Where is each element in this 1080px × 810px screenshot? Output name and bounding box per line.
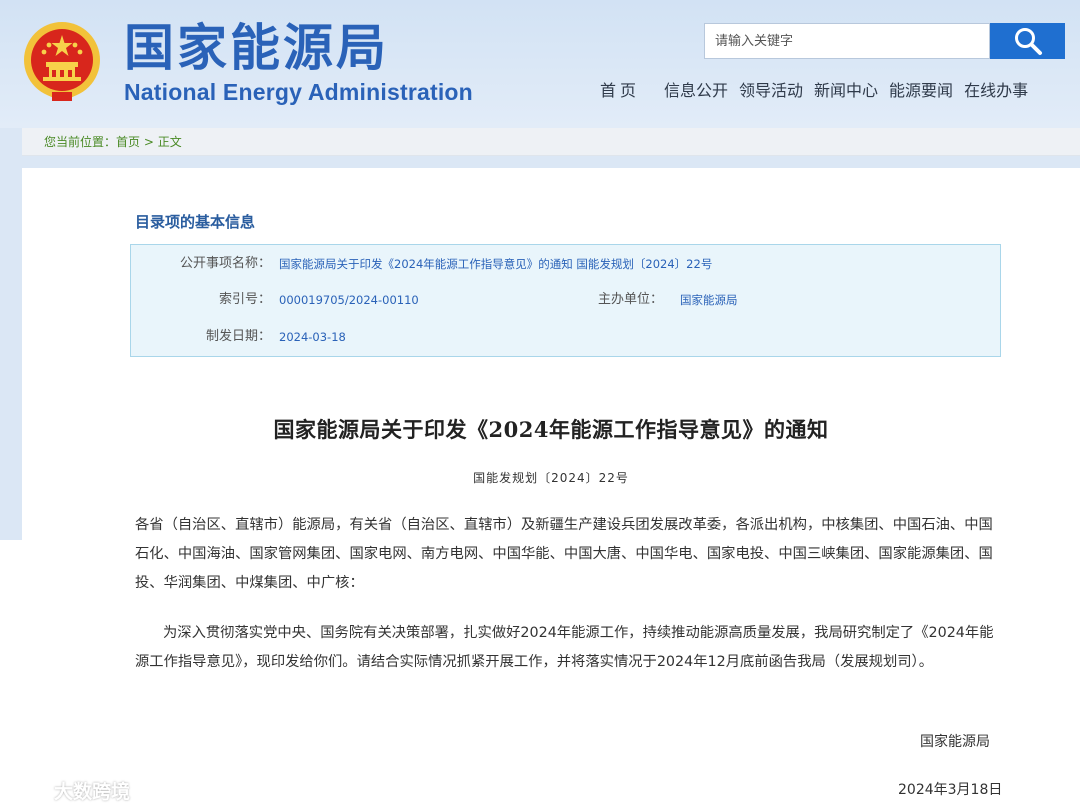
item-name-label: 公开事项名称： xyxy=(179,256,271,271)
site-title-english: National Energy Administration xyxy=(124,79,473,105)
document-number: 国能发规划〔2024〕22号 xyxy=(473,471,629,485)
main-nav: 首页 信息公开 领导活动 新闻中心 能源要闻 在线办事 xyxy=(600,80,1039,102)
document-title: 国家能源局关于印发《2024年能源工作指导意见》的通知 xyxy=(273,417,829,442)
article-container: 目录项的基本信息 公开事项名称： 国家能源局关于印发《2024年能源工作指导意见… xyxy=(22,168,1080,810)
date-value: 2024-03-18 xyxy=(279,330,346,344)
watermark-text: 大数跨境 xyxy=(54,780,131,803)
document-body: 为深入贯彻落实党中央、国务院有关决策部署，扎实做好2024年能源工作，持续推动能… xyxy=(135,625,994,670)
national-emblem-icon xyxy=(24,22,100,101)
breadcrumb-prefix: 您当前位置： xyxy=(44,135,117,149)
date-label: 制发日期： xyxy=(205,329,271,344)
search-button[interactable] xyxy=(990,23,1065,59)
nav-energy-news[interactable]: 能源要闻 xyxy=(889,80,953,102)
search-input[interactable] xyxy=(704,23,990,59)
breadcrumb-home[interactable]: 首页 xyxy=(116,135,140,149)
nav-home[interactable]: 首页 xyxy=(600,80,664,102)
document-sign-date: 2024年3月18日 xyxy=(898,782,1003,798)
catalog-section-title: 目录项的基本信息 xyxy=(135,213,256,231)
index-value: 000019705/2024-00110 xyxy=(279,293,419,307)
nav-leader-activities[interactable]: 领导活动 xyxy=(739,80,803,102)
index-label: 索引号： xyxy=(218,292,271,307)
site-header: 国家能源局 National Energy Administration 首页 … xyxy=(0,0,1080,128)
left-margin xyxy=(0,540,22,810)
breadcrumb-separator: > xyxy=(140,135,158,149)
breadcrumb-current: 正文 xyxy=(157,135,182,149)
nav-info-disclosure[interactable]: 信息公开 xyxy=(664,80,728,102)
site-title: 国家能源局 xyxy=(124,19,389,77)
document-recipients: 各省（自治区、直辖市）能源局，有关省（自治区、直辖市）及新疆生产建设兵团发展改革… xyxy=(135,517,993,591)
nav-news-center[interactable]: 新闻中心 xyxy=(814,80,878,102)
org-value: 国家能源局 xyxy=(680,293,738,307)
search-icon xyxy=(1014,28,1042,55)
nav-online-services[interactable]: 在线办事 xyxy=(964,80,1028,102)
org-label: 主办单位： xyxy=(597,292,663,307)
catalog-info-box: 公开事项名称： 国家能源局关于印发《2024年能源工作指导意见》的通知 国能发规… xyxy=(130,244,1001,357)
item-name-value: 国家能源局关于印发《2024年能源工作指导意见》的通知 国能发规划〔2024〕2… xyxy=(279,257,713,271)
watermark-logo-icon xyxy=(8,781,50,799)
document-signature: 国家能源局 xyxy=(920,734,990,750)
watermark: 大数跨境 xyxy=(8,776,130,804)
breadcrumb: 您当前位置：首页 > 正文 xyxy=(22,128,1080,156)
